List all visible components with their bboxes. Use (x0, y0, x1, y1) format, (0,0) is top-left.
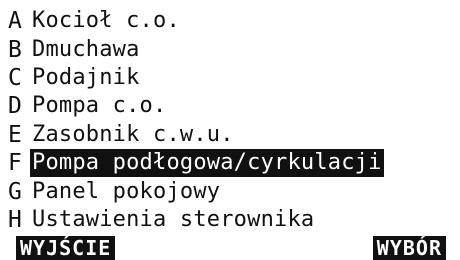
menu-item-ustawienia-sterownika[interactable]: H Ustawienia sterownika (8, 206, 460, 234)
menu-item-key: B (8, 36, 22, 63)
menu-item-label: Panel pokojowy (32, 178, 221, 204)
menu-item-key: D (8, 93, 22, 120)
menu-item-key: G (8, 178, 22, 205)
menu-item-label: Pompa podłogowa/cyrkulacji (30, 149, 384, 178)
menu-item-key: H (8, 206, 22, 233)
menu-item-zasobnik-cwu[interactable]: E Zasobnik c.w.u. (8, 121, 460, 149)
menu-item-label: Dmuchawa (32, 36, 140, 62)
controller-display: A Kocioł c.o. B Dmuchawa C Podajnik D Po… (0, 0, 460, 260)
exit-button[interactable]: WYJŚCIE (16, 236, 116, 260)
menu-item-key: F (8, 150, 22, 177)
menu-item-panel-pokojowy[interactable]: G Panel pokojowy (8, 177, 460, 205)
menu-item-podajnik[interactable]: C Podajnik (8, 64, 460, 92)
menu-item-label: Zasobnik c.w.u. (32, 121, 234, 147)
menu-item-label: Ustawienia sterownika (32, 206, 315, 232)
menu-item-label: Podajnik (32, 64, 140, 90)
menu-item-dmuchawa[interactable]: B Dmuchawa (8, 35, 460, 63)
menu-item-pompa-co[interactable]: D Pompa c.o. (8, 92, 460, 120)
menu-item-label: Pompa c.o. (32, 93, 167, 119)
main-menu: A Kocioł c.o. B Dmuchawa C Podajnik D Po… (8, 7, 460, 234)
menu-item-key: A (8, 8, 22, 35)
menu-item-pompa-podlogowa-selected[interactable]: F Pompa podłogowa/cyrkulacji (8, 149, 460, 178)
menu-item-label: Kocioł c.o. (32, 8, 180, 34)
menu-item-kociol-co[interactable]: A Kocioł c.o. (8, 7, 460, 35)
select-button[interactable]: WYBÓR (372, 236, 446, 260)
menu-item-key: C (8, 64, 22, 91)
menu-item-key: E (8, 121, 22, 148)
